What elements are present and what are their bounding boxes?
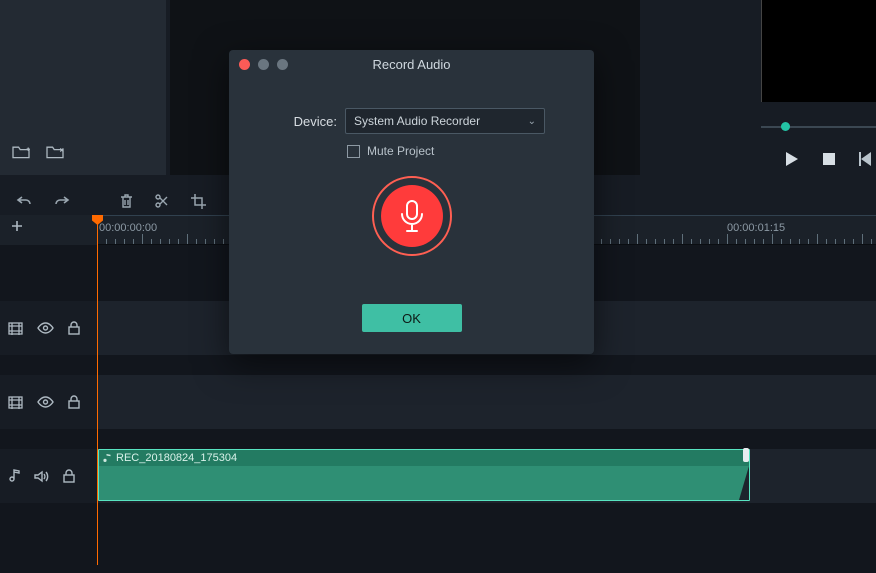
music-note-icon[interactable] xyxy=(8,469,20,483)
ruler-time-1: 00:00:01:15 xyxy=(727,222,785,234)
add-marker-icon[interactable] xyxy=(10,219,24,233)
audio-clip[interactable]: REC_20180824_175304 xyxy=(98,449,750,501)
speaker-icon[interactable] xyxy=(34,470,49,483)
audio-clip-label: REC_20180824_175304 xyxy=(116,452,237,464)
audio-track-lane[interactable]: REC_20180824_175304 xyxy=(97,449,876,503)
crop-icon[interactable] xyxy=(191,194,206,209)
filmstrip-icon[interactable] xyxy=(8,322,23,335)
stop-button[interactable] xyxy=(823,153,835,165)
clip-trim-handle[interactable] xyxy=(743,448,749,462)
device-label: Device: xyxy=(251,114,337,129)
step-back-button[interactable] xyxy=(859,152,872,166)
microphone-icon xyxy=(398,199,426,233)
delete-icon[interactable] xyxy=(120,194,133,209)
split-icon[interactable] xyxy=(155,194,169,208)
ruler-time-0: 00:00:00:00 xyxy=(99,222,157,234)
video-track-2-lane[interactable] xyxy=(97,375,876,429)
progress-knob[interactable] xyxy=(781,122,790,131)
lock-icon[interactable] xyxy=(68,395,80,409)
device-select[interactable]: System Audio Recorder ⌄ xyxy=(345,108,545,134)
ok-button-label: OK xyxy=(402,311,421,326)
eye-icon[interactable] xyxy=(37,396,54,408)
new-folder-icon[interactable] xyxy=(11,144,31,160)
playhead[interactable] xyxy=(97,215,98,565)
preview-progress[interactable] xyxy=(761,120,876,134)
lock-icon[interactable] xyxy=(63,469,75,483)
video-track-2-head xyxy=(0,386,96,418)
undo-icon[interactable] xyxy=(16,194,32,208)
video-track-head xyxy=(0,312,96,344)
record-button[interactable] xyxy=(372,176,452,256)
play-button[interactable] xyxy=(786,152,799,166)
ok-button[interactable]: OK xyxy=(362,304,462,332)
redo-icon[interactable] xyxy=(54,194,70,208)
dialog-titlebar[interactable]: Record Audio xyxy=(229,50,594,80)
eye-icon[interactable] xyxy=(37,322,54,334)
device-select-value: System Audio Recorder xyxy=(354,114,480,128)
mute-project-label: Mute Project xyxy=(367,144,434,158)
record-audio-dialog: Record Audio Device: System Audio Record… xyxy=(229,50,594,354)
delete-folder-icon[interactable] xyxy=(45,144,65,160)
dialog-title: Record Audio xyxy=(229,57,594,72)
audio-clip-icon xyxy=(102,453,112,464)
lock-icon[interactable] xyxy=(68,321,80,335)
audio-track-head xyxy=(0,460,96,492)
chevron-down-icon: ⌄ xyxy=(528,116,536,127)
video-preview xyxy=(761,0,876,102)
filmstrip-icon[interactable] xyxy=(8,396,23,409)
mute-project-checkbox[interactable] xyxy=(347,145,360,158)
